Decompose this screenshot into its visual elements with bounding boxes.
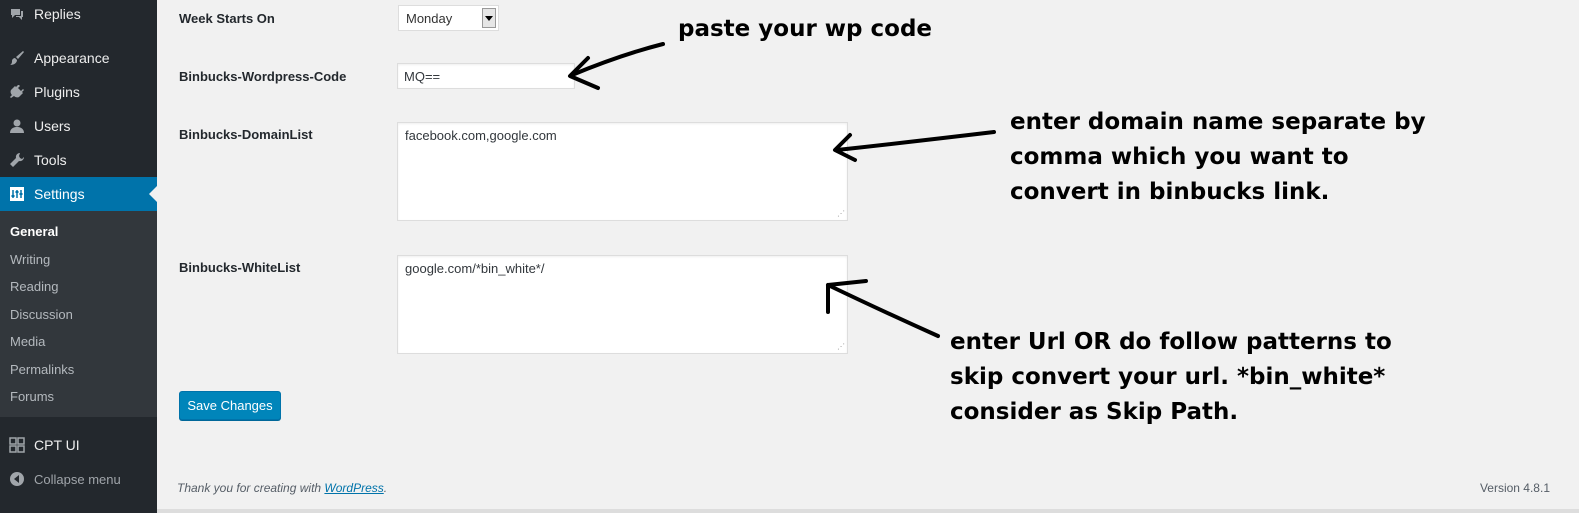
annotation-arrows [568, 42, 996, 338]
footer-thanks-text: Thank you for creating with [177, 481, 325, 495]
bottom-divider [157, 509, 1579, 513]
arrow-to-whitelist-icon [826, 279, 940, 338]
footer-period: . [383, 481, 388, 495]
arrow-to-domain-icon [833, 130, 996, 162]
arrow-to-code-icon [568, 42, 665, 90]
wordpress-link[interactable]: WordPress [324, 481, 383, 495]
footer-thanks: Thank you for creating with WordPress. [177, 481, 387, 495]
footer-version: Version 4.8.1 [1479, 481, 1550, 495]
